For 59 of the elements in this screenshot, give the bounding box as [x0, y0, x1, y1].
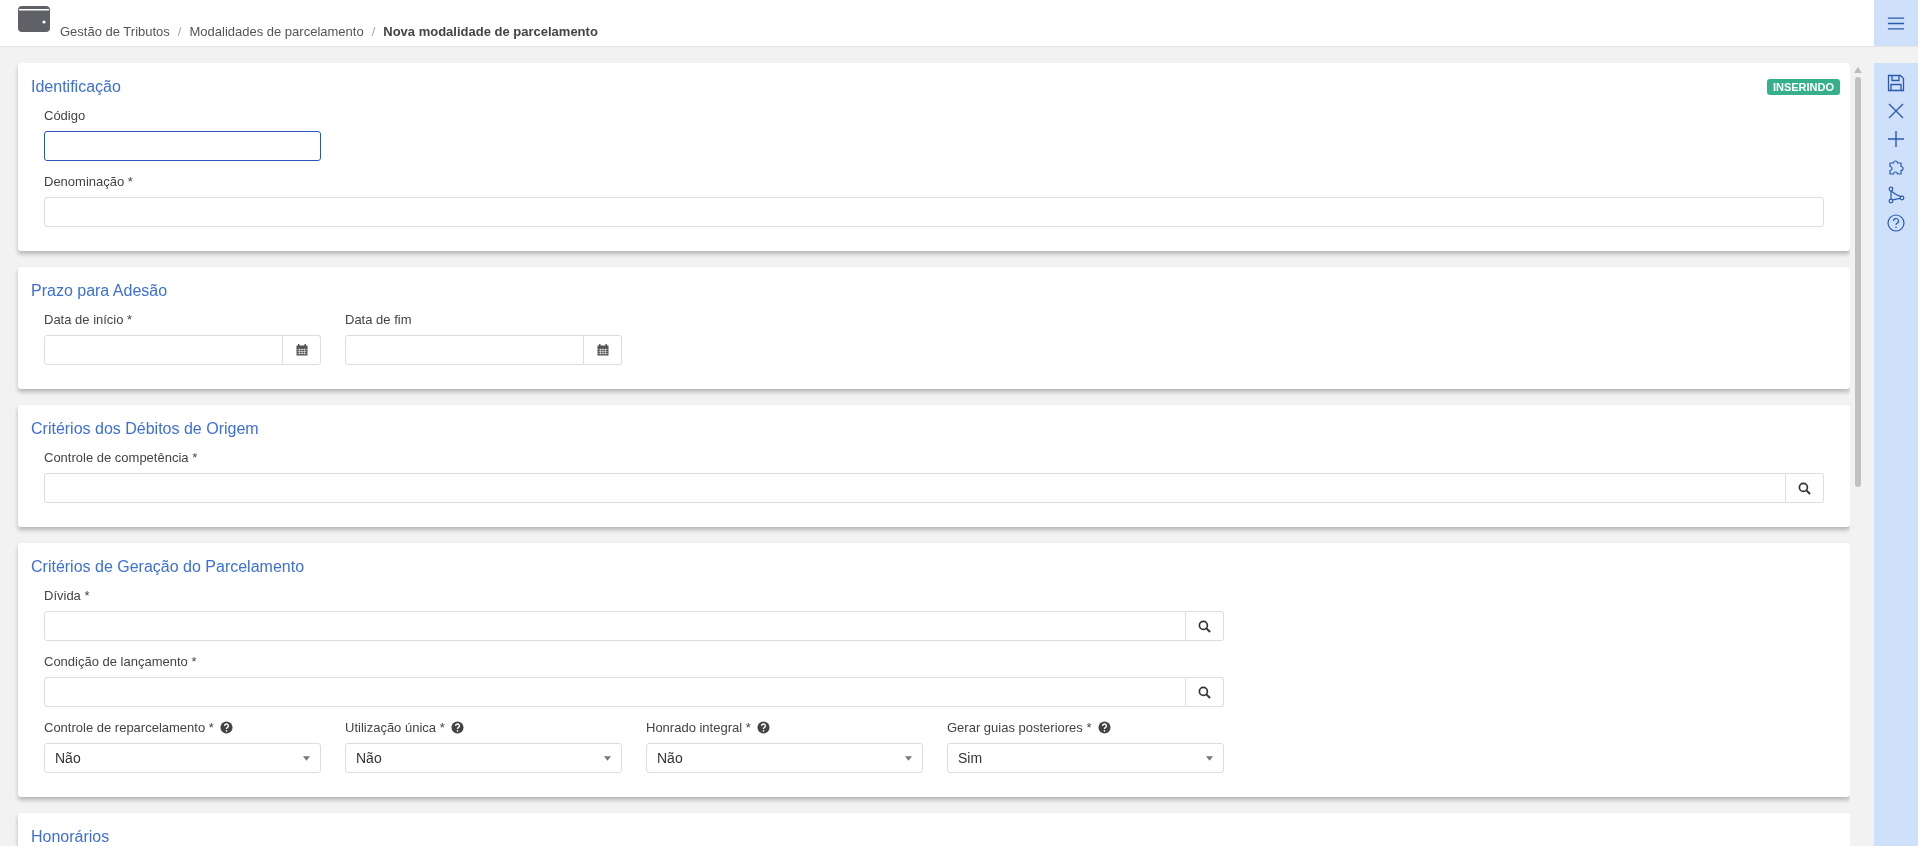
caret-icon — [604, 755, 611, 761]
dropdown[interactable]: Não — [646, 743, 923, 773]
date-field[interactable] — [44, 335, 283, 365]
search-icon — [1198, 685, 1211, 699]
help-icon[interactable] — [219, 720, 233, 734]
help-icon[interactable] — [450, 720, 464, 734]
status-badge: INSERINDO — [1766, 79, 1840, 95]
breadcrumb-link[interactable]: Modalidades de parcelamento — [189, 24, 364, 39]
current-page-title: Nova modalidade de parcelamento — [383, 24, 598, 39]
help-icon[interactable] — [1886, 213, 1906, 233]
search-field[interactable] — [44, 677, 1186, 707]
field-label: Dívida * — [44, 587, 90, 603]
field-label: Denominação * — [44, 173, 133, 189]
search-button[interactable] — [1186, 611, 1224, 641]
field-label: Controle de competência * — [44, 449, 198, 465]
save-icon[interactable] — [1886, 73, 1906, 93]
caret-icon — [303, 755, 310, 761]
caret-icon — [905, 755, 912, 761]
calendar-icon — [596, 344, 609, 356]
plus-icon[interactable] — [1886, 129, 1906, 149]
search-icon — [1798, 481, 1811, 495]
field-label: Honrado integral * — [646, 719, 751, 735]
section-title: Identificação — [31, 78, 121, 96]
section-title: Critérios de Geração do Parcelamento — [31, 558, 305, 576]
section-title: Honorários — [31, 828, 110, 846]
help-icon[interactable] — [756, 720, 770, 734]
caret-icon — [1206, 755, 1213, 761]
calendar-button[interactable] — [283, 335, 321, 365]
field-label: Data de início * — [44, 311, 133, 327]
field-label: Código — [44, 107, 86, 123]
puzzle-icon[interactable] — [1886, 157, 1906, 177]
wallet-icon — [18, 6, 50, 32]
menu-button[interactable] — [1874, 0, 1918, 46]
breadcrumb-link[interactable]: Gestão de Tributos — [60, 24, 170, 39]
field-label: Utilização única * — [345, 719, 445, 735]
dropdown[interactable]: Não — [345, 743, 622, 773]
breadcrumb-separator: / — [371, 24, 376, 39]
field-label: Controle de reparcelamento * — [44, 719, 214, 735]
dropdown[interactable]: Sim — [947, 743, 1224, 773]
search-button[interactable] — [1786, 473, 1824, 503]
field-label: Condição de lançamento * — [44, 653, 197, 669]
close-icon[interactable] — [1886, 101, 1906, 121]
section-title: Prazo para Adesão — [31, 282, 168, 300]
text-field[interactable] — [44, 131, 321, 161]
date-field[interactable] — [345, 335, 584, 365]
calendar-button[interactable] — [584, 335, 622, 365]
search-field[interactable] — [44, 473, 1786, 503]
branch-icon[interactable] — [1886, 185, 1906, 205]
dropdown[interactable]: Não — [44, 743, 321, 773]
calendar-icon — [295, 344, 308, 356]
field-label: Data de fim — [345, 311, 412, 327]
help-icon[interactable] — [1097, 720, 1111, 734]
section-title: Critérios dos Débitos de Origem — [31, 420, 259, 438]
search-button[interactable] — [1186, 677, 1224, 707]
search-field[interactable] — [44, 611, 1186, 641]
search-icon — [1198, 619, 1211, 633]
breadcrumb-separator: / — [177, 24, 182, 39]
menu-icon — [1887, 16, 1905, 30]
field-label: Gerar guias posteriores * — [947, 719, 1092, 735]
